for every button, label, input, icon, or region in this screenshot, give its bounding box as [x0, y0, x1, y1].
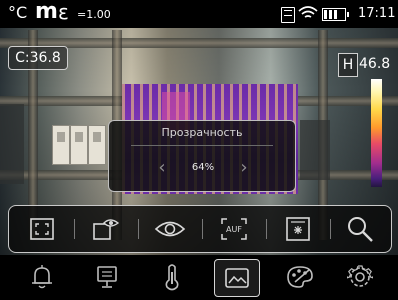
high-label: H [338, 53, 358, 77]
transparency-value: 64% [191, 162, 215, 173]
mode-indicator: m [35, 0, 58, 24]
sd-card-icon [281, 7, 295, 23]
center-spot-button[interactable] [267, 206, 329, 252]
temperature-color-scale [371, 79, 382, 187]
status-bar: °C m ε =1.00 17:11 [0, 0, 398, 28]
gear-icon [347, 264, 373, 290]
high-value: 46.8 [359, 56, 391, 72]
increase-button[interactable]: › [235, 157, 253, 179]
scene-breaker [52, 125, 70, 165]
image-icon [224, 266, 250, 290]
wifi-icon [298, 4, 318, 22]
picture-in-picture-button[interactable] [75, 206, 137, 252]
emissivity-symbol: ε [58, 0, 69, 24]
clock: 17:11 [358, 6, 396, 21]
scene-block [0, 104, 24, 184]
scene-block [300, 120, 330, 180]
emissivity-value: =1.00 [77, 8, 111, 21]
center-spot-icon [285, 216, 311, 242]
palette-icon [286, 265, 314, 289]
scene-breaker [70, 125, 88, 165]
auto-focus-icon: AUF [219, 216, 249, 242]
battery-icon [322, 8, 349, 21]
eye-icon [154, 219, 186, 239]
bottom-navigation [0, 255, 398, 300]
dialog-divider [131, 145, 273, 146]
nav-palette[interactable] [278, 259, 322, 295]
camera-screen: °C m ε =1.00 17:11 C:36.8 H 46.8 Прозрач… [0, 0, 398, 300]
monitor-icon [95, 264, 119, 290]
bell-icon [30, 264, 54, 290]
auto-focus-label: AUF [226, 225, 242, 234]
center-temperature: C:36.8 [8, 46, 68, 70]
nav-alarm[interactable] [20, 259, 64, 295]
zoom-button[interactable] [329, 206, 391, 252]
nav-temperature[interactable] [150, 259, 194, 295]
search-icon [346, 215, 374, 243]
thermometer-icon [163, 263, 181, 291]
decrease-button[interactable]: ‹ [153, 157, 171, 179]
transparency-dialog: Прозрачность ‹ 64% › [108, 120, 296, 192]
picture-in-picture-icon [92, 217, 120, 241]
scene-breaker [88, 125, 106, 165]
auto-fusion-button[interactable]: AUF [203, 206, 265, 252]
battery-level [324, 10, 338, 19]
nav-settings[interactable] [338, 259, 382, 295]
high-temperature-readout: H 46.8 [338, 53, 394, 77]
fullscreen-frame-icon [29, 217, 55, 241]
image-mode-toolbar: AUF [8, 205, 392, 253]
nav-display[interactable] [85, 259, 129, 295]
temperature-unit: °C [8, 3, 28, 22]
nav-image[interactable] [214, 259, 260, 297]
visible-image-button[interactable] [139, 206, 201, 252]
full-image-mode-button[interactable] [11, 206, 73, 252]
dialog-title: Прозрачность [161, 126, 243, 139]
